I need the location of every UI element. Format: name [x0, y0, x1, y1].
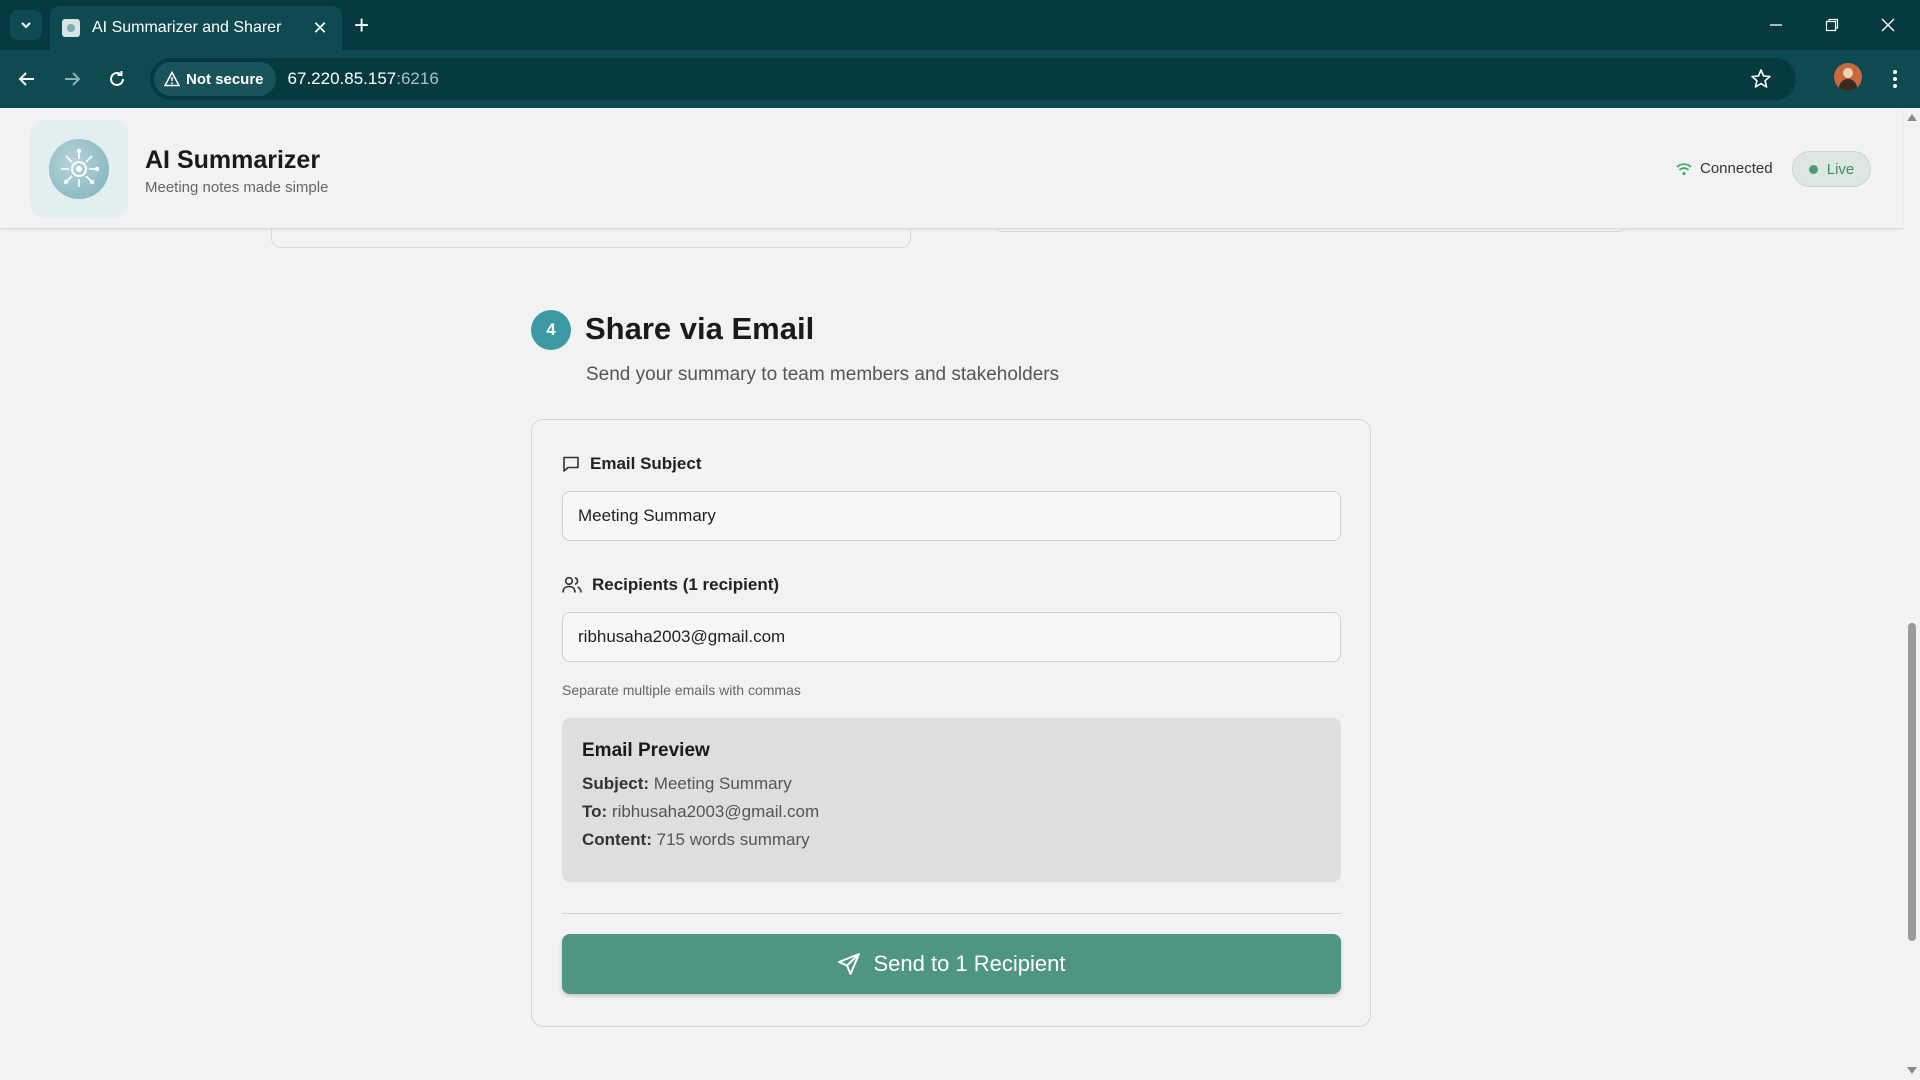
send-icon: [838, 953, 861, 975]
url-host: 67.220.85.157: [287, 69, 397, 88]
browser-toolbar: Not secure 67.220.85.157:6216: [0, 50, 1920, 108]
wifi-icon: [1676, 162, 1692, 175]
reload-button[interactable]: [100, 62, 134, 96]
tab-favicon-icon: [62, 19, 80, 37]
security-label: Not secure: [186, 70, 264, 88]
more-vertical-icon: [1893, 70, 1897, 88]
live-badge: Live: [1792, 151, 1871, 187]
tab-search-button[interactable]: [10, 10, 42, 40]
close-icon: [1881, 18, 1895, 32]
recipients-hint: Separate multiple emails with commas: [562, 682, 801, 698]
live-label: Live: [1826, 160, 1855, 178]
chevron-down-icon: [21, 22, 31, 29]
reload-icon: [110, 71, 124, 86]
minimize-icon: [1770, 24, 1782, 26]
url-port: :6216: [396, 69, 439, 88]
connection-status: Connected: [1676, 160, 1773, 177]
arrow-left-icon: [18, 72, 34, 86]
new-tab-button[interactable]: +: [354, 12, 369, 38]
share-email-card: Email Subject Recipients (1 recipient) S…: [531, 419, 1371, 1027]
scroll-up-icon[interactable]: [1907, 114, 1917, 121]
connection-label: Connected: [1700, 160, 1773, 177]
restore-icon: [1825, 18, 1839, 32]
browser-tab-bar: AI Summarizer and Sharer ✕ +: [0, 0, 1920, 50]
minimize-button[interactable]: [1748, 0, 1804, 50]
preview-content-line: Content: 715 words summary: [582, 830, 810, 849]
email-preview: Email Preview Subject: Meeting Summary T…: [562, 718, 1341, 882]
restore-button[interactable]: [1804, 0, 1860, 50]
browser-tab[interactable]: AI Summarizer and Sharer ✕: [50, 6, 342, 50]
send-email-button[interactable]: Send to 1 Recipient: [562, 934, 1341, 994]
warning-icon: [164, 71, 180, 87]
arrow-right-icon: [65, 72, 81, 86]
message-square-icon: [563, 456, 579, 472]
scroll-thumb[interactable]: [1908, 623, 1916, 941]
close-window-button[interactable]: [1860, 0, 1916, 50]
forward-button[interactable]: [55, 62, 89, 96]
users-icon: [562, 576, 582, 593]
page-scrollbar[interactable]: [1903, 108, 1920, 1080]
app-title: AI Summarizer: [145, 146, 321, 174]
page-viewport: AI Summarizer Meeting notes made simple …: [0, 108, 1920, 1080]
app-header: AI Summarizer Meeting notes made simple …: [0, 108, 1903, 229]
network-sun-icon: [61, 148, 100, 187]
tab-title: AI Summarizer and Sharer: [92, 19, 282, 36]
preview-to-line: To: ribhusaha2003@gmail.com: [582, 802, 820, 821]
recipients-input[interactable]: [562, 612, 1341, 662]
section-title: Share via Email: [585, 311, 815, 346]
app-logo: [30, 120, 128, 218]
profile-avatar[interactable]: [1834, 63, 1862, 91]
card-divider: [562, 913, 1341, 914]
security-indicator[interactable]: Not secure: [154, 62, 276, 96]
scroll-down-icon[interactable]: [1907, 1067, 1917, 1074]
tab-close-icon[interactable]: ✕: [310, 18, 330, 39]
address-bar[interactable]: Not secure 67.220.85.157:6216: [150, 58, 1796, 100]
step-number-badge: 4: [531, 310, 571, 350]
email-subject-label: Email Subject: [562, 454, 701, 474]
app-subtitle: Meeting notes made simple: [145, 179, 329, 196]
email-preview-title: Email Preview: [582, 740, 710, 761]
browser-menu-button[interactable]: [1880, 62, 1910, 96]
section-subtitle: Send your summary to team members and st…: [586, 364, 1060, 385]
live-dot-icon: [1808, 164, 1818, 174]
email-subject-input[interactable]: [562, 491, 1341, 541]
bookmark-star-icon[interactable]: [1750, 68, 1772, 90]
back-button[interactable]: [10, 62, 44, 96]
preview-subject-line: Subject: Meeting Summary: [582, 774, 792, 793]
send-button-label: Send to 1 Recipient: [873, 951, 1066, 976]
recipients-label: Recipients (1 recipient): [562, 575, 779, 595]
